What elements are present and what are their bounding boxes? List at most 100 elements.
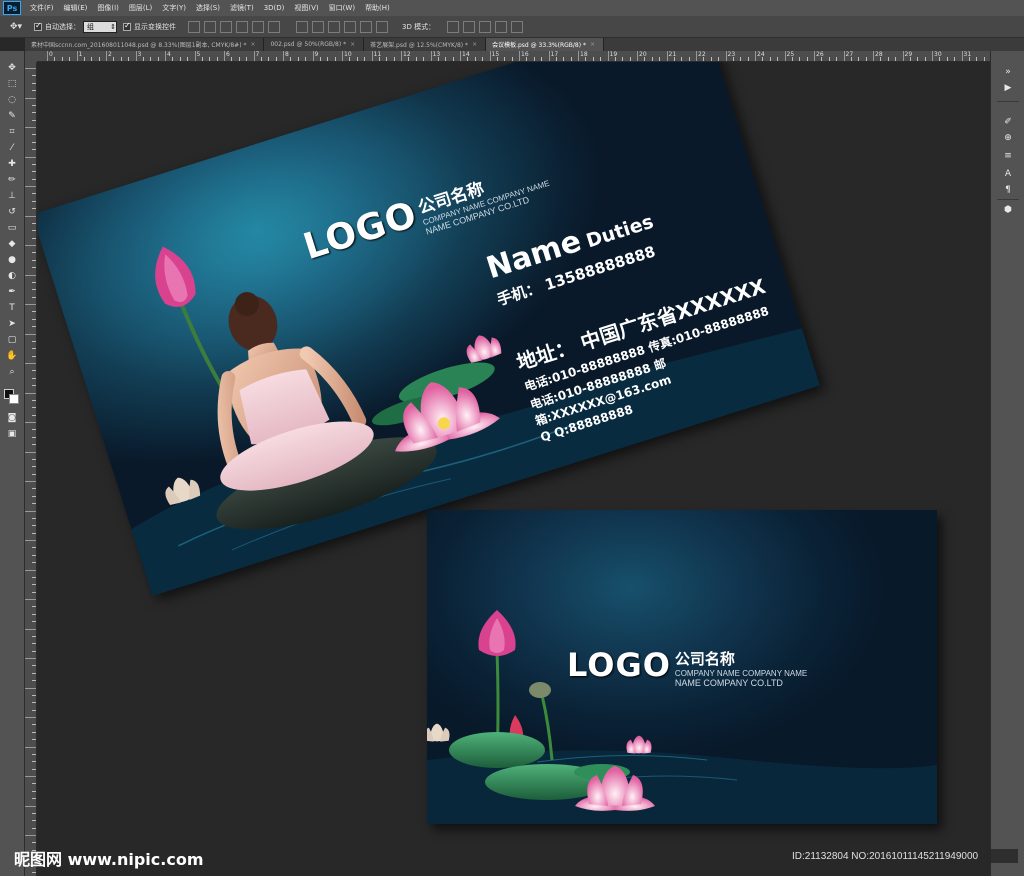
stamp-icon[interactable]: ⊥ <box>4 189 20 203</box>
distribute-top-icon[interactable] <box>296 20 308 33</box>
document-canvas[interactable]: LOGO 公司名称 COMPANY NAME COMPANY NAME NAME… <box>38 62 990 876</box>
vertical-ruler[interactable] <box>25 62 37 876</box>
close-icon[interactable]: × <box>250 41 255 48</box>
3d-drag-icon[interactable] <box>479 20 492 33</box>
3d-slide-icon[interactable] <box>495 20 508 33</box>
ruler-label: 13 <box>432 51 441 58</box>
ruler-tick <box>194 51 196 61</box>
eraser-icon[interactable]: ▭ <box>4 221 20 235</box>
quick-select-icon[interactable]: ✎ <box>4 109 20 123</box>
3d-icon[interactable]: ⬢ <box>1001 203 1015 217</box>
tab-label: 茶艺展架.psd @ 12.5%(CMYK/8) * <box>370 42 469 49</box>
move-icon[interactable]: ✥ <box>4 61 20 75</box>
ruler-tick <box>128 57 130 61</box>
ruler-tick <box>740 57 742 61</box>
show-transform-checkbox[interactable] <box>123 21 131 31</box>
menu-3d[interactable]: 3D(D) <box>259 4 290 12</box>
tab-document-4[interactable]: 会议模板.psd @ 33.3%(RGB/8) * × <box>486 38 605 51</box>
marquee-icon[interactable]: ⬚ <box>4 77 20 91</box>
align-left-icon[interactable] <box>236 20 248 33</box>
tab-document-2[interactable]: 002.psd @ 50%(RGB/8) * × <box>264 38 365 51</box>
ruler-tick <box>976 57 978 61</box>
bucket-icon[interactable]: ◆ <box>4 237 20 251</box>
distribute-bottom-icon[interactable] <box>328 20 340 33</box>
align-right-icon[interactable] <box>268 20 280 33</box>
menu-filter[interactable]: 滤镜(T) <box>225 3 259 13</box>
ruler-label: 11 <box>373 51 382 58</box>
panel-collapse-icon[interactable]: » <box>1001 65 1015 79</box>
3d-roll-icon[interactable] <box>463 20 476 33</box>
menu-window[interactable]: 窗口(W) <box>324 3 360 13</box>
menu-view[interactable]: 视图(V) <box>289 3 323 13</box>
background-color-swatch[interactable] <box>9 394 19 404</box>
distribute-right-icon[interactable] <box>376 20 388 33</box>
ruler-tick <box>113 57 115 61</box>
shape-icon[interactable]: ▢ <box>4 333 20 347</box>
business-card-back[interactable]: LOGO 公司名称 COMPANY NAME COMPANY NAME NAME… <box>427 510 937 824</box>
ruler-tick <box>32 694 36 696</box>
distribute-left-icon[interactable] <box>344 20 356 33</box>
hand-icon[interactable]: ✋ <box>4 349 20 363</box>
menu-file[interactable]: 文件(F) <box>25 3 59 13</box>
3d-scale-icon[interactable] <box>511 20 524 33</box>
ruler-tick <box>32 281 36 283</box>
ruler-tick <box>32 798 36 800</box>
close-icon[interactable]: × <box>472 41 477 48</box>
type-icon[interactable]: T <box>4 301 20 315</box>
dodge-icon[interactable]: ◐ <box>4 269 20 283</box>
align-buttons <box>188 20 284 33</box>
brush-preset-icon[interactable]: ✐ <box>1001 115 1015 129</box>
menu-type[interactable]: 文字(Y) <box>157 3 191 13</box>
close-icon[interactable]: × <box>590 41 595 48</box>
auto-select-dropdown[interactable]: 组 ⇕ <box>83 20 117 33</box>
zoom-icon[interactable]: ⌕ <box>4 365 20 379</box>
distribute-vcenter-icon[interactable] <box>312 20 324 33</box>
clone-source-icon[interactable]: ⊕ <box>1001 131 1015 145</box>
blur-icon[interactable]: ● <box>4 253 20 267</box>
ruler-tick <box>592 57 594 61</box>
back-company-en-1: COMPANY NAME COMPANY NAME <box>674 669 808 678</box>
tab-document-3[interactable]: 茶艺展架.psd @ 12.5%(CMYK/8) * × <box>364 38 487 51</box>
lasso-icon[interactable]: ◌ <box>4 93 20 107</box>
ruler-tick <box>32 842 36 844</box>
close-icon[interactable]: × <box>350 41 355 48</box>
character-icon[interactable]: A <box>1001 167 1015 181</box>
menu-image[interactable]: 图像(I) <box>92 3 124 13</box>
move-tool-preset-icon[interactable]: ✥▾ <box>4 19 28 35</box>
paragraph-icon[interactable]: ¶ <box>1001 183 1015 197</box>
align-vcenter-icon[interactable] <box>204 20 216 33</box>
ruler-tick <box>578 51 579 61</box>
ruler-tick <box>637 51 638 61</box>
play-icon[interactable]: ▶ <box>1001 81 1015 95</box>
brush-icon[interactable]: ✏ <box>4 173 20 187</box>
adjust-icon[interactable]: ≡ <box>1001 149 1015 163</box>
eyedropper-icon[interactable]: ⁄ <box>4 141 20 155</box>
healing-icon[interactable]: ✚ <box>4 157 20 171</box>
quick-mask-icon[interactable]: ◙ <box>4 411 20 425</box>
distribute-hcenter-icon[interactable] <box>360 20 372 33</box>
path-select-icon[interactable]: ➤ <box>4 317 20 331</box>
ruler-origin[interactable] <box>25 51 37 62</box>
align-top-icon[interactable] <box>188 20 200 33</box>
ruler-tick <box>415 57 417 61</box>
align-hcenter-icon[interactable] <box>252 20 264 33</box>
align-bottom-icon[interactable] <box>220 20 232 33</box>
menu-edit[interactable]: 编辑(E) <box>59 3 93 13</box>
tab-document-1[interactable]: 素材中国sccnn.com_201608011048.psd @ 8.33%(图… <box>25 38 265 51</box>
horizontal-ruler[interactable]: 0 1 2 3 4 5 6 7 8 9 10 11 12 13 14 15 16 17 18 19 20 21 22 23 24… <box>37 51 990 62</box>
screen-mode-icon[interactable]: ▣ <box>4 427 20 441</box>
pen-icon[interactable]: ✒ <box>4 285 20 299</box>
ruler-tick <box>968 57 970 61</box>
ruler-label: 9 <box>314 51 319 58</box>
ruler-tick <box>777 57 779 61</box>
menu-select[interactable]: 选择(S) <box>191 3 225 13</box>
menu-help[interactable]: 帮助(H) <box>360 3 395 13</box>
ruler-label: 15 <box>491 51 500 58</box>
menu-layer[interactable]: 图层(L) <box>124 3 157 13</box>
ruler-tick <box>452 57 454 61</box>
crop-icon[interactable]: ⌗ <box>4 125 20 139</box>
auto-select-checkbox[interactable] <box>34 21 42 31</box>
ruler-tick <box>629 57 631 61</box>
history-brush-icon[interactable]: ↺ <box>4 205 20 219</box>
3d-rotate-icon[interactable] <box>447 20 460 33</box>
